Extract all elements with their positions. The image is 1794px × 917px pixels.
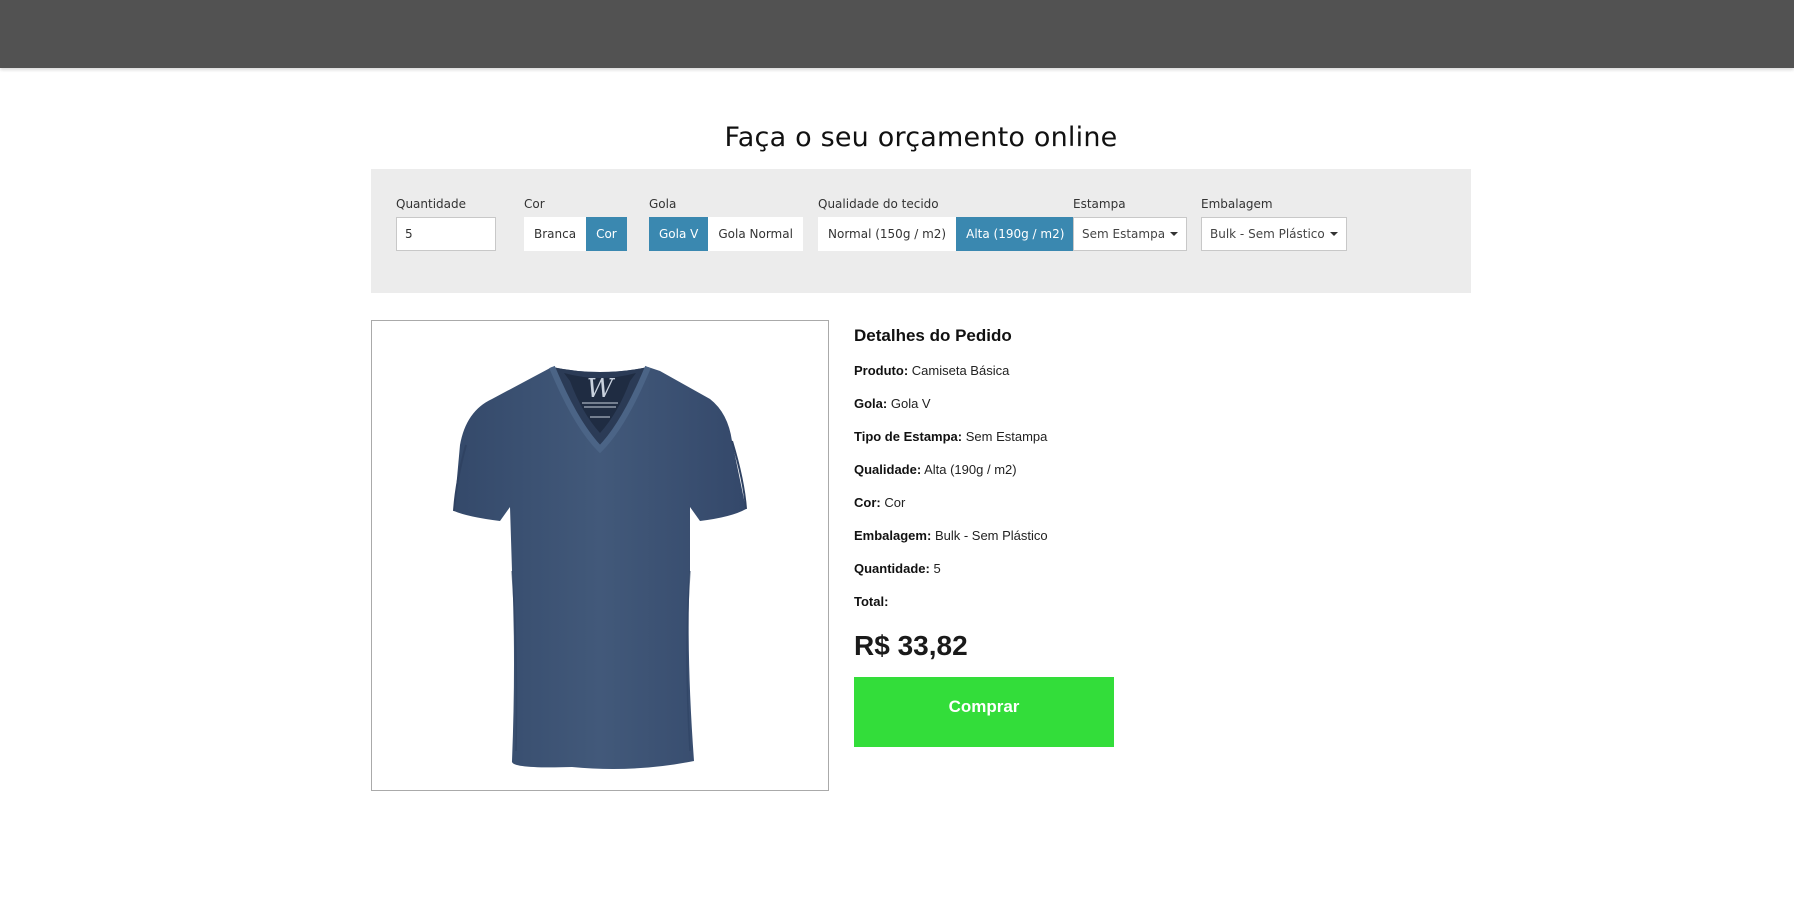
print-group: Estampa Sem Estampa	[1073, 195, 1188, 251]
product-image-frame: W	[371, 320, 829, 791]
collar-option-v[interactable]: Gola V	[649, 217, 709, 251]
quantity-group: Quantidade	[396, 195, 496, 251]
print-label: Estampa	[1073, 197, 1126, 211]
fabric-option-high[interactable]: Alta (190g / m2)	[956, 217, 1075, 251]
shirt-label-letter: W	[587, 374, 616, 404]
detail-value: Sem Estampa	[965, 429, 1048, 444]
color-label: Cor	[524, 197, 545, 211]
order-details-title: Detalhes do Pedido	[854, 326, 1012, 345]
detail-row-packaging: Embalagem: Bulk - Sem Plástico	[854, 528, 1254, 561]
caret-down-icon	[1170, 232, 1179, 236]
print-dropdown[interactable]: Sem Estampa	[1073, 217, 1188, 251]
detail-value: Camiseta Básica	[911, 363, 1010, 378]
detail-label: Total:	[854, 594, 889, 609]
quantity-label: Quantidade	[396, 197, 467, 211]
fabric-label: Qualidade do tecido	[818, 197, 939, 211]
tshirt-vneck-icon: W	[453, 365, 747, 769]
buy-button[interactable]: Comprar	[854, 677, 1114, 747]
detail-row-total: Total:	[854, 594, 1254, 627]
fabric-group: Qualidade do tecido Normal (150g / m2) A…	[818, 195, 1075, 251]
detail-label: Embalagem:	[854, 528, 932, 543]
options-panel: Quantidade Cor Branca Cor Gola Gola V Go…	[371, 169, 1471, 293]
collar-toggle-group: Gola V Gola Normal	[649, 217, 803, 251]
fabric-option-normal[interactable]: Normal (150g / m2)	[818, 217, 957, 251]
detail-value: Alta (190g / m2)	[924, 462, 1017, 477]
packaging-label: Embalagem	[1201, 197, 1273, 211]
fabric-toggle-group: Normal (150g / m2) Alta (190g / m2)	[818, 217, 1075, 251]
detail-row-product: Produto: Camiseta Básica	[854, 363, 1254, 396]
detail-label: Produto:	[854, 363, 909, 378]
detail-label: Tipo de Estampa:	[854, 429, 963, 444]
detail-label: Qualidade:	[854, 462, 922, 477]
packaging-dropdown[interactable]: Bulk - Sem Plástico	[1201, 217, 1347, 251]
color-option-color[interactable]: Cor	[586, 217, 627, 251]
order-details: Detalhes do Pedido Produto: Camiseta Bás…	[854, 320, 1254, 672]
color-toggle-group: Branca Cor	[524, 217, 627, 251]
color-option-white[interactable]: Branca	[524, 217, 587, 251]
detail-row-quantity: Quantidade: 5	[854, 561, 1254, 594]
detail-value: 5	[933, 561, 941, 576]
caret-down-icon	[1329, 232, 1338, 236]
color-group: Cor Branca Cor	[524, 195, 627, 251]
packaging-dropdown-value: Bulk - Sem Plástico	[1210, 227, 1325, 241]
detail-value: Gola V	[890, 396, 931, 411]
collar-label: Gola	[649, 197, 677, 211]
detail-value: Bulk - Sem Plástico	[934, 528, 1048, 543]
collar-group: Gola Gola V Gola Normal	[649, 195, 803, 251]
detail-label: Cor:	[854, 495, 881, 510]
detail-label: Gola:	[854, 396, 888, 411]
quantity-input[interactable]	[396, 217, 496, 251]
detail-label: Quantidade:	[854, 561, 930, 576]
top-navbar	[0, 0, 1794, 68]
detail-row-print: Tipo de Estampa: Sem Estampa	[854, 429, 1254, 462]
detail-value: Cor	[884, 495, 906, 510]
total-price: R$ 33,82	[854, 630, 968, 661]
packaging-group: Embalagem Bulk - Sem Plástico	[1201, 195, 1347, 251]
detail-row-collar: Gola: Gola V	[854, 396, 1254, 429]
detail-row-color: Cor: Cor	[854, 495, 1254, 528]
detail-row-quality: Qualidade: Alta (190g / m2)	[854, 462, 1254, 495]
print-dropdown-value: Sem Estampa	[1082, 227, 1166, 241]
collar-option-normal[interactable]: Gola Normal	[708, 217, 803, 251]
page-title: Faça o seu orçamento online	[724, 122, 1118, 154]
